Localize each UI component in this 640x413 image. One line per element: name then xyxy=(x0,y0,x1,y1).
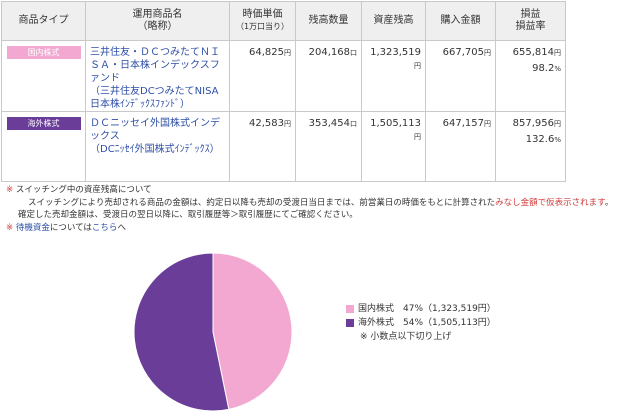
profit-loss-cell: 857,956円 132.6% xyxy=(495,111,566,182)
pie-slice-domestic xyxy=(212,252,293,410)
header-purchase: 購入金額 xyxy=(425,1,496,41)
units-cell: 353,454口 xyxy=(295,111,362,182)
fund-name-cell: 三井住友・ＤＣつみたてＮＩＳＡ・日本株インデックスファンド （三井住友DCつみた… xyxy=(85,40,230,112)
profit-loss-cell: 655,814円 98.2% xyxy=(495,40,566,112)
legend-swatch-domestic xyxy=(346,305,354,313)
note-waiting-funds: ※ 待機資金についてはこちらへ xyxy=(6,222,126,233)
fund-name-link[interactable]: ＤＣニッセイ外国株式インデックス xyxy=(90,117,225,143)
waiting-funds-link[interactable]: 待機資金 xyxy=(16,223,50,233)
unit-price-cell: 64,825円 xyxy=(229,40,296,112)
header-units: 残高数量 xyxy=(295,1,362,41)
header-unit-price: 時価単価 （1万口当り） xyxy=(229,1,296,41)
unit-price-cell: 42,583円 xyxy=(229,111,296,182)
pie-legend: 国内株式 47%（1,323,519円） 海外株式 54%（1,505,113円… xyxy=(346,302,496,344)
product-type-badge: 国内株式 xyxy=(6,46,81,59)
note-title: ※ スイッチング中の資産残高について xyxy=(6,185,152,195)
purchase-cell: 647,157円 xyxy=(425,111,496,182)
product-type-cell: 国内株式 xyxy=(1,40,86,112)
here-link[interactable]: こちら xyxy=(92,223,118,233)
header-balance: 資産残高 xyxy=(361,1,426,41)
fund-short-name: （DCﾆｯｾｲ外国株式ｲﾝﾃﾞｯｸｽ） xyxy=(90,144,220,155)
allocation-pie-chart xyxy=(133,252,293,412)
fund-short-name: （三井住友DCつみたてNISA日本株ｲﾝﾃﾞｯｸｽﾌｧﾝﾄﾞ） xyxy=(90,86,219,110)
switching-notes: ※ スイッチング中の資産残高について スイッチングにより売却される商品の金額は、… xyxy=(6,184,636,234)
header-fund-name: 運用商品名 （略称） xyxy=(85,1,230,41)
deemed-amount-note: みなし金額で仮表示されます xyxy=(495,197,605,208)
product-type-cell: 海外株式 xyxy=(1,111,86,182)
legend-note: ※ 小数点以下切り上げ xyxy=(360,332,452,342)
header-product-type: 商品タイプ xyxy=(1,1,86,41)
fund-name-link[interactable]: 三井住友・ＤＣつみたてＮＩＳＡ・日本株インデックスファンド xyxy=(90,46,225,85)
product-type-badge: 海外株式 xyxy=(6,117,81,130)
note-line-confirm: 確定した売却金額は、受渡日の翌日以降に、取引履歴等＞取引履歴にてご確認ください。 xyxy=(18,210,358,220)
note-line-deemed: スイッチングにより売却される商品の金額は、約定日以降も売却の受渡日当日までは、前… xyxy=(28,197,614,208)
table-row: 海外株式 ＤＣニッセイ外国株式インデックス （DCﾆｯｾｲ外国株式ｲﾝﾃﾞｯｸｽ… xyxy=(1,111,640,182)
header-profit-loss: 損益 損益率 xyxy=(495,1,566,41)
units-cell: 204,168口 xyxy=(295,40,362,112)
balance-cell: 1,323,519円 xyxy=(361,40,426,112)
legend-item-domestic: 国内株式 47%（1,323,519円） xyxy=(346,302,496,316)
legend-swatch-foreign xyxy=(346,319,354,327)
fund-name-cell: ＤＣニッセイ外国株式インデックス （DCﾆｯｾｲ外国株式ｲﾝﾃﾞｯｸｽ） xyxy=(85,111,230,182)
purchase-cell: 667,705円 xyxy=(425,40,496,112)
legend-item-foreign: 海外株式 54%（1,505,113円） xyxy=(346,316,496,330)
table-header-row: 商品タイプ 運用商品名 （略称） 時価単価 （1万口当り） 残高数量 資産残高 購入… xyxy=(1,1,640,41)
table-row: 国内株式 三井住友・ＤＣつみたてＮＩＳＡ・日本株インデックスファンド （三井住友… xyxy=(1,40,640,112)
holdings-table: 商品タイプ 運用商品名 （略称） 時価単価 （1万口当り） 残高数量 資産残高 購入… xyxy=(1,1,640,182)
balance-cell: 1,505,113円 xyxy=(361,111,426,182)
